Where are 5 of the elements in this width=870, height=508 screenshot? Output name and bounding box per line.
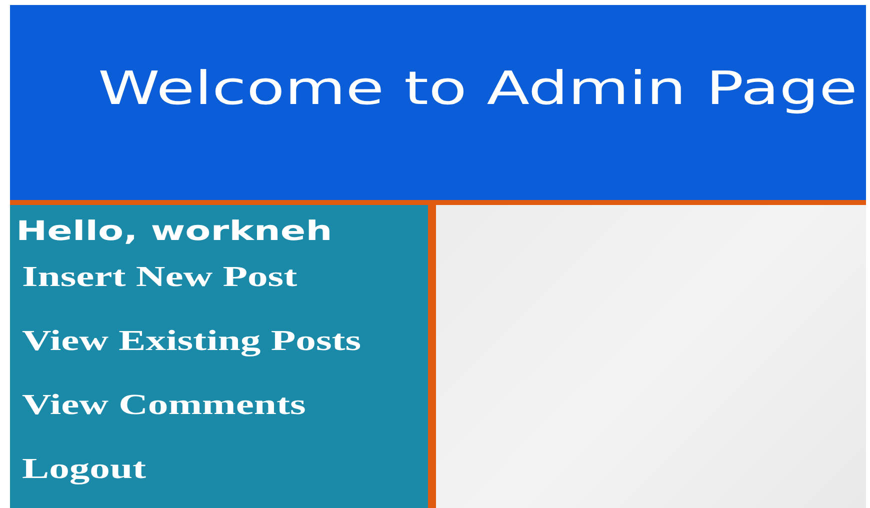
nav-link[interactable]: View Existing Posts xyxy=(22,323,362,359)
nav-link[interactable]: Insert New Post xyxy=(22,259,298,295)
greeting: Hello, workneh xyxy=(16,215,332,249)
nav-link[interactable]: Logout xyxy=(22,451,146,487)
nav-link[interactable]: View Comments xyxy=(22,387,306,423)
